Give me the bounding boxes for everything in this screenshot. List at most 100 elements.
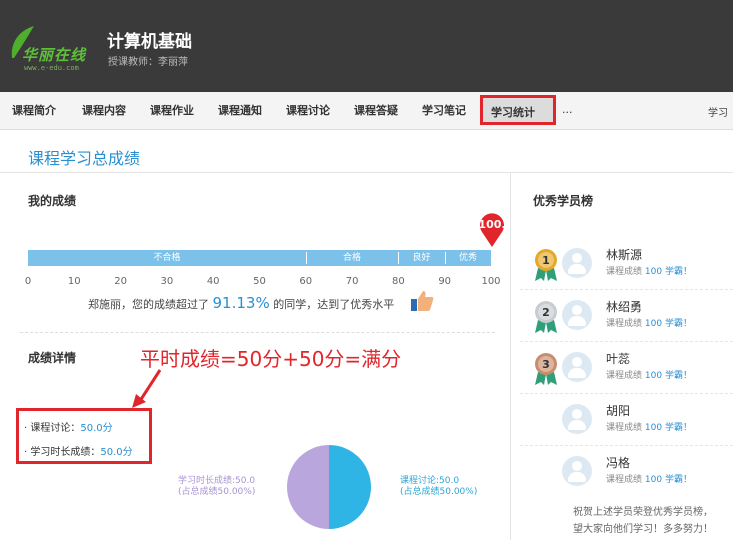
score-axis-tick: 10 [67,276,81,287]
avatar[interactable] [562,300,592,330]
ranking-separator [520,341,733,342]
ranking-footer-line: 祝贺上述学员荣登优秀学员榜， [573,507,713,518]
avatar[interactable] [562,404,592,434]
band-excellent: 优秀 [458,253,477,263]
student-info-label: 课程成绩 [606,423,643,433]
ranking-footer: 祝贺上述学员荣登优秀学员榜， 望大家向他们学习！多多努力！ [573,504,733,538]
student-info: 课程成绩 100 学霸！ [606,316,692,329]
tab-statistics-label: 学习统计 [491,106,535,119]
teacher-name: 授课教师：李丽萍 [108,57,188,68]
student-name[interactable]: 胡阳 [606,402,630,419]
course-nav: 课程简介 课程内容 课程作业 课程通知 课程讨论 课程答疑 学习笔记 [0,92,733,130]
ranking-row[interactable]: 冯格 课程成绩 100 学霸！ [520,452,733,508]
score-annotation: 平时成绩=50分+50分=满分 [140,347,402,371]
pie-slice-discussion [329,445,371,529]
medal-icon: 2 [535,301,557,333]
score-pie-chart [287,445,371,529]
band-good: 良好 [412,253,431,263]
tab-notes[interactable]: 学习笔记 [422,102,466,118]
tab-discussion[interactable]: 课程讨论 [286,102,330,118]
student-score: 100 [644,371,663,381]
page-title: 课程学习总成绩 [28,149,141,168]
comparison-suffix: 的同学，达到了优秀水平 [273,298,395,311]
student-badge: 学霸！ [664,267,692,277]
score-axis-tick: 20 [114,276,127,287]
student-badge: 学霸！ [664,423,692,433]
score-comparison: 郑施丽，您的成绩超过了 91.13% 的同学，达到了优秀水平 [88,294,394,312]
logo-text: 华丽在线 [22,46,87,64]
student-score: 100 [644,319,663,329]
ranking-footer-line: 望大家向他们学习！多多努力！ [573,524,713,535]
ranking-row[interactable]: 胡阳 课程成绩 100 学霸！ [520,400,733,456]
app-header: 华丽在线 www.e-edu.com 计算机基础 授课教师：李丽萍 [0,0,733,92]
score-details-heading: 成绩详情 [28,351,77,365]
pie-label-line: (占总成绩50.00%) [400,487,478,497]
tab-notices[interactable]: 课程通知 [218,102,262,118]
comparison-percent: 91.13% [212,294,270,312]
site-logo[interactable]: 华丽在线 www.e-edu.com [8,22,98,72]
score-axis-tick: 80 [392,276,405,287]
student-info: 课程成绩 100 学霸！ [606,420,692,433]
ranking-row[interactable]: 1 林斯源课程成绩 100 学霸！ [520,244,733,300]
medal-icon: 3 [535,353,557,385]
ranking-heading: 优秀学员榜 [533,194,594,208]
ranking-row[interactable]: 2 林绍勇 课程成绩 100 学霸！ [520,296,733,352]
pie-label-study-time: 学习时长成绩:50.0 (占总成绩50.00%) [178,476,255,498]
avatar[interactable] [562,352,592,382]
medal-icon: 1 [535,249,557,281]
student-badge: 学霸！ [664,319,692,329]
ranking-separator [520,393,733,394]
student-name[interactable]: 林斯源 [606,246,642,263]
tab-course-intro[interactable]: 课程简介 [12,102,56,118]
student-score: 100 [644,267,663,277]
ranking-row[interactable]: 3 叶蕊课程成绩 100 学霸！ [520,348,733,404]
student-score: 100 [644,475,663,485]
student-info-label: 课程成绩 [606,371,643,381]
score-axis-tick: 0 [24,276,32,287]
avatar[interactable] [562,456,592,486]
medal-rank: 2 [542,306,550,319]
student-name[interactable]: 冯格 [606,454,630,471]
ranking-separator [520,289,733,290]
score-axis-tick: 90 [438,276,452,287]
pie-label-line: 课程讨论:50.0 [400,476,460,486]
detail-label: 学习时长成绩： [30,447,101,458]
score-axis-tick: 30 [160,276,174,287]
student-badge: 学霸！ [664,371,692,381]
student-name[interactable]: 叶蕊 [606,350,630,367]
score-level-bar: 不合格 合格 良好 优秀 [28,250,491,266]
tab-homework[interactable]: 课程作业 [150,102,194,118]
tab-course-content[interactable]: 课程内容 [82,102,126,118]
band-pass: 合格 [342,253,361,263]
comparison-prefix: 郑施丽，您的成绩超过了 [88,298,209,311]
medal-rank: 3 [542,358,550,371]
tab-qa[interactable]: 课程答疑 [354,102,398,118]
panel-divider [510,172,511,540]
student-info: 课程成绩 100 学霸！ [606,472,692,485]
score-axis-tick: 70 [345,276,359,287]
pie-label-line: 学习时长成绩:50.0 [178,476,256,486]
nav-more-button[interactable]: ... [562,103,573,116]
student-badge: 学霸！ [664,475,692,485]
score-axis-tick: 40 [206,276,220,287]
detail-item-discussion: · 课程讨论：50.0分 [24,419,113,434]
divider [0,172,733,173]
score-axis-tick: 100 [481,276,501,287]
tab-statistics[interactable]: 学习统计 [480,95,556,125]
student-name[interactable]: 林绍勇 [606,298,642,315]
score-pin-value: 100. [478,218,506,231]
student-score: 100 [644,423,663,433]
nav-right-link[interactable]: 学习 [708,104,728,119]
annotation-arrow-icon [132,369,162,408]
detail-value: 50.0分 [100,447,133,458]
divider [20,332,495,333]
thumbs-up-icon [411,291,434,311]
score-axis-tick: 50 [253,276,266,287]
detail-label: 课程讨论： [30,423,81,434]
student-info-label: 课程成绩 [606,475,643,485]
avatar[interactable] [562,248,592,278]
student-info-label: 课程成绩 [606,267,643,277]
ranking-separator [520,445,733,446]
medal-rank: 1 [542,254,550,267]
course-title: 计算机基础 [107,32,192,52]
